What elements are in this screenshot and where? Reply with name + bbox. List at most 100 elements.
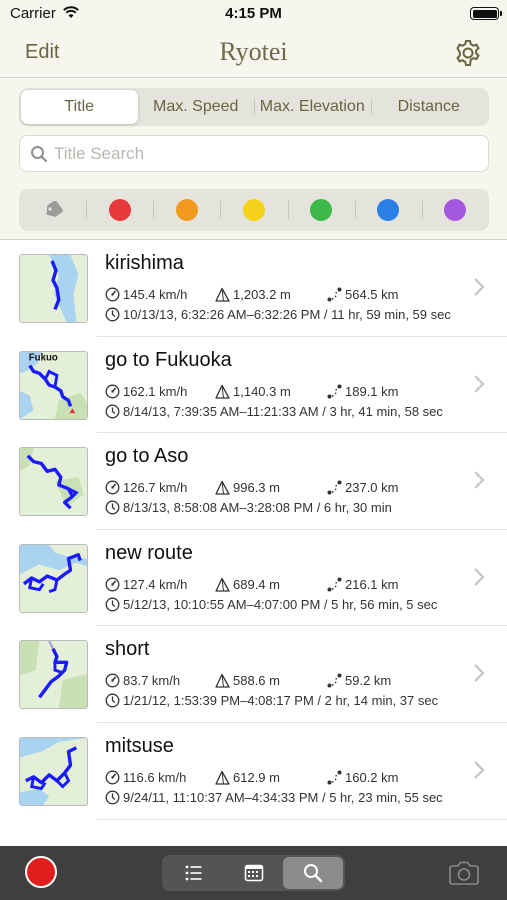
distance-value: 59.2 km: [345, 673, 392, 689]
chevron-right-icon: [474, 568, 485, 586]
tag-filter-yellow[interactable]: [220, 189, 287, 231]
edit-button[interactable]: Edit: [25, 41, 59, 64]
route-row[interactable]: kirishima 145.4 km/h 1,203.2 m 564.5 km …: [0, 240, 507, 337]
route-row[interactable]: short 83.7 km/h 588.6 m 59.2 km 1/21/12,…: [0, 626, 507, 723]
speedometer-icon: [105, 287, 120, 302]
clock: 4:15 PM: [225, 5, 282, 22]
route-map-thumbnail: [19, 543, 88, 613]
tag-icon: [46, 201, 63, 217]
record-button[interactable]: [25, 856, 57, 888]
route-row[interactable]: go to Aso 126.7 km/h 996.3 m 237.0 km 8/…: [0, 433, 507, 530]
max-elevation-value: 1,140.3 m: [233, 383, 291, 399]
tab-distance[interactable]: Distance: [370, 90, 488, 124]
route-title: kirishima: [105, 252, 184, 274]
chevron-right-icon: [474, 278, 485, 296]
speedometer-icon: [105, 384, 120, 399]
clock-icon: [105, 404, 120, 419]
bottom-toolbar: [0, 846, 507, 900]
calendar-icon: [244, 864, 263, 882]
map-city-label: Fukuo: [29, 352, 58, 363]
tab-max-speed[interactable]: Max. Speed: [138, 90, 255, 124]
camera-icon[interactable]: [448, 859, 480, 887]
mountain-icon: [215, 384, 230, 399]
mountain-icon: [215, 770, 230, 785]
route-row[interactable]: mitsuse 116.6 km/h 612.9 m 160.2 km 9/24…: [0, 723, 507, 820]
route-row[interactable]: new route 127.4 km/h 689.4 m 216.1 km 5/…: [0, 530, 507, 627]
time-range-value: 9/24/11, 11:10:37 AM–4:34:33 PM / 5 hr, …: [123, 789, 443, 805]
route-title: go to Fukuoka: [105, 348, 232, 371]
max-speed-value: 127.4 km/h: [123, 576, 188, 592]
route-row[interactable]: Fukuo go to Fukuoka 162.1 km/h 1,140.3 m…: [0, 337, 507, 434]
list-view-button[interactable]: [164, 857, 224, 889]
chevron-right-icon: [474, 374, 485, 393]
speedometer-icon: [105, 480, 120, 495]
sort-segmented-control: Title Max. Speed Max. Elevation Distance: [19, 88, 489, 126]
filter-panel: Title Max. Speed Max. Elevation Distance: [0, 79, 507, 240]
max-speed-value: 126.7 km/h: [123, 480, 188, 496]
distance-value: 160.2 km: [345, 769, 399, 785]
calendar-view-button[interactable]: [224, 857, 284, 889]
time-range-value: 8/13/13, 8:58:08 AM–3:28:08 PM / 6 hr, 3…: [123, 500, 392, 516]
red-dot-icon: [108, 199, 131, 221]
route-map-thumbnail: Fukuo: [19, 350, 88, 420]
distance-path-icon: [327, 287, 342, 302]
max-speed-value: 162.1 km/h: [123, 383, 188, 399]
max-elevation-value: 996.3 m: [233, 480, 280, 496]
distance-path-icon: [327, 770, 342, 785]
nav-bar: Edit Ryotei: [0, 28, 507, 78]
tag-filter-green[interactable]: [287, 189, 355, 231]
tag-filter-red[interactable]: [86, 189, 153, 231]
orange-dot-icon: [175, 199, 198, 221]
clock-icon: [105, 790, 120, 805]
distance-path-icon: [327, 673, 342, 688]
mountain-icon: [215, 577, 230, 592]
mountain-icon: [215, 674, 230, 689]
max-speed-value: 145.4 km/h: [123, 287, 188, 302]
color-tag-filter: [19, 189, 489, 231]
chevron-right-icon: [474, 761, 485, 779]
settings-gear-icon[interactable]: [453, 38, 483, 68]
time-range-value: 5/12/13, 10:10:55 AM–4:07:00 PM / 5 hr, …: [123, 596, 438, 612]
tag-filter-all[interactable]: [19, 189, 86, 231]
distance-value: 237.0 km: [345, 480, 399, 496]
tag-filter-orange[interactable]: [153, 189, 220, 231]
yellow-dot-icon: [242, 199, 265, 221]
search-field[interactable]: [19, 135, 489, 172]
route-list: kirishima 145.4 km/h 1,203.2 m 564.5 km …: [0, 240, 507, 820]
list-icon: [185, 865, 202, 881]
max-speed-value: 116.6 km/h: [123, 769, 187, 785]
speedometer-icon: [105, 673, 120, 688]
distance-path-icon: [327, 384, 342, 399]
distance-value: 216.1 km: [345, 576, 399, 592]
max-elevation-value: 1,203.2 m: [233, 287, 291, 302]
clock-icon: [105, 597, 120, 612]
blue-dot-icon: [377, 199, 400, 221]
max-elevation-value: 612.9 m: [233, 769, 280, 785]
route-title: go to Aso: [105, 445, 189, 468]
battery-icon: [470, 7, 502, 20]
clock-icon: [105, 500, 120, 515]
tag-filter-purple[interactable]: [421, 189, 489, 231]
distance-value: 189.1 km: [345, 383, 399, 399]
search-view-button[interactable]: [283, 857, 344, 889]
mountain-icon: [215, 287, 230, 302]
clock-icon: [105, 693, 120, 708]
search-input[interactable]: [54, 143, 474, 164]
max-speed-value: 83.7 km/h: [123, 673, 181, 689]
search-icon: [304, 864, 323, 883]
search-icon: [31, 145, 48, 162]
tab-title[interactable]: Title: [21, 90, 138, 124]
green-dot-icon: [310, 199, 333, 221]
route-map-thumbnail: [19, 640, 88, 710]
time-range-value: 1/21/12, 1:53:39 PM–4:08:17 PM / 2 hr, 1…: [123, 693, 439, 709]
status-bar: Carrier 4:15 PM: [0, 0, 507, 28]
distance-value: 564.5 km: [345, 287, 399, 302]
route-map-thumbnail: [19, 447, 88, 517]
purple-dot-icon: [444, 199, 467, 221]
tag-filter-blue[interactable]: [354, 189, 422, 231]
speedometer-icon: [105, 770, 120, 785]
route-map-thumbnail: [19, 254, 88, 323]
distance-path-icon: [327, 480, 342, 495]
app-title: Ryotei: [219, 37, 288, 66]
tab-max-elevation[interactable]: Max. Elevation: [254, 90, 371, 124]
